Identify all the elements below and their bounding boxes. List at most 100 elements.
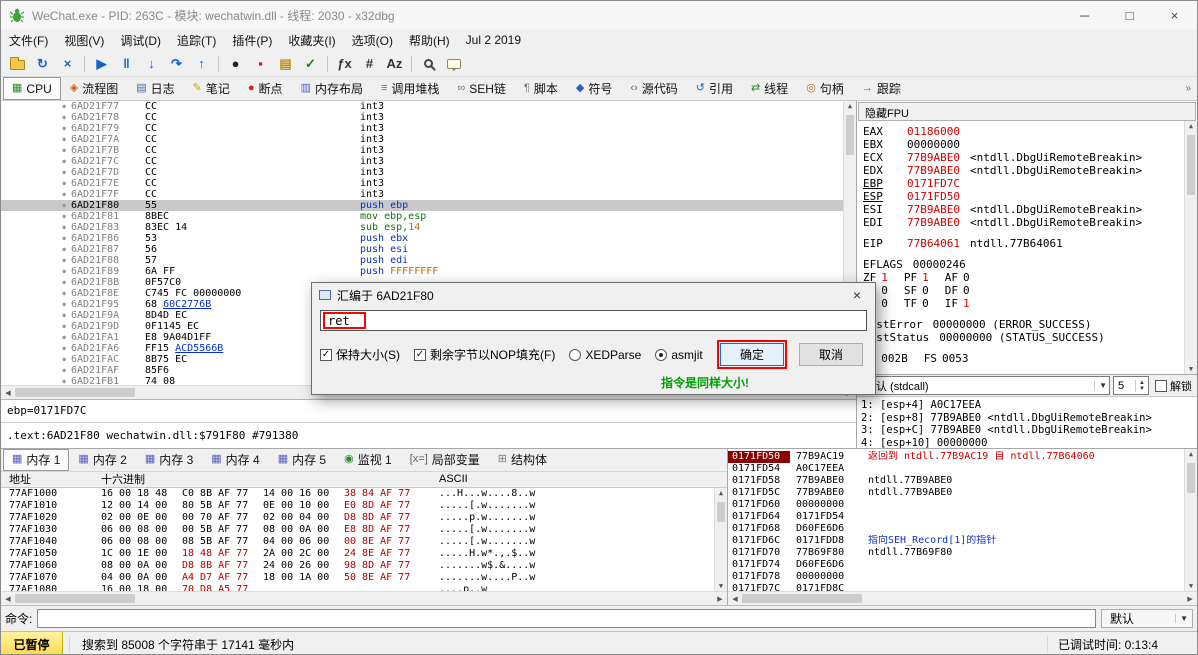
register-row[interactable]: EBP0171FD7C	[863, 177, 1193, 190]
stack-row[interactable]: 0171FD68D60FE6D6	[728, 523, 1197, 535]
stack-row[interactable]: 0171FD7077B69F80ntdll.77B69F80	[728, 547, 1197, 559]
breakpoint-dot[interactable]: ●	[1, 145, 71, 156]
registers-view[interactable]: ▲ ▼ EAX01186000EBX00000000ECX77B9ABE0<nt…	[857, 121, 1197, 374]
scrollbar-thumb[interactable]	[846, 115, 854, 155]
breakpoint-dot[interactable]: ●	[1, 332, 71, 343]
breakpoint-dot[interactable]: ●	[1, 343, 71, 354]
disasm-row[interactable]: ●6AD21F8055push ebp	[1, 200, 856, 211]
scroll-up-icon[interactable]: ▲	[1185, 122, 1197, 130]
breakpoint-dot[interactable]: ●	[1, 255, 71, 266]
disasm-row[interactable]: ●6AD21F7FCCint3	[1, 189, 856, 200]
scroll-left-icon[interactable]: ◀	[1, 595, 15, 603]
disasm-row[interactable]: ●6AD21F8756push esi	[1, 244, 856, 255]
tab-断点[interactable]: ●断点	[239, 77, 292, 100]
scroll-right-icon[interactable]: ▶	[713, 595, 727, 603]
tab-线程[interactable]: ⇄线程	[742, 77, 797, 100]
breakpoint-dot[interactable]: ●	[1, 156, 71, 167]
stack-argument-row[interactable]: 2: [esp+8] 77B9ABE0 <ntdll.DbgUiRemoteBr…	[861, 412, 1193, 425]
ok-button[interactable]: 确定	[720, 343, 784, 366]
dump-row[interactable]: 77AF103006 00 08 0000 5B AF 7708 00 0A 0…	[1, 524, 727, 536]
register-row[interactable]: ZF1PF1AF0	[863, 271, 1193, 284]
tab-结构体[interactable]: ⊞结构体	[489, 449, 556, 471]
stack-row[interactable]: 0171FD5077B9AC19返回到 ntdll.77B9AC19 自 ntd…	[728, 451, 1197, 463]
stack-arguments-view[interactable]: 1: [esp+4] A0C17EEA2: [esp+8] 77B9ABE0 <…	[857, 396, 1197, 448]
register-row[interactable]: ECX77B9ABE0<ntdll.DbgUiRemoteBreakin>	[863, 151, 1193, 164]
radio-unchecked-icon[interactable]	[569, 349, 581, 361]
register-row[interactable]: OF0SF0DF0	[863, 284, 1193, 297]
tab-源代码[interactable]: ‹›源代码	[621, 77, 686, 100]
dump-row[interactable]: 77AF104006 00 08 0008 5B AF 7704 00 06 0…	[1, 536, 727, 548]
stepper-arrows-icon[interactable]: ▲▼	[1135, 380, 1148, 392]
instruction-input[interactable]: ret	[320, 310, 867, 331]
tab-调用堆栈[interactable]: ≡调用堆栈	[372, 77, 448, 100]
register-row[interactable]: EAX01186000	[863, 125, 1193, 138]
dialog-close-icon[interactable]: ×	[839, 283, 875, 307]
tab-局部变量[interactable]: [x=]局部变量	[401, 449, 489, 471]
minimize-button[interactable]: ─	[1062, 1, 1107, 29]
unlock-checkbox-icon[interactable]	[1155, 380, 1167, 392]
dump-row[interactable]: 77AF100016 00 18 48C0 8B AF 7714 00 16 0…	[1, 488, 727, 500]
scroll-left-icon[interactable]: ◀	[1, 389, 15, 397]
maximize-button[interactable]: □	[1107, 1, 1152, 29]
dump-row[interactable]: 77AF106008 00 0A 00D8 8B AF 7724 00 26 0…	[1, 560, 727, 572]
dump-row[interactable]: 77AF101012 00 14 0080 5B AF 770E 00 10 0…	[1, 500, 727, 512]
scrollbar-thumb[interactable]	[742, 594, 862, 603]
command-input[interactable]	[37, 609, 1096, 628]
tab-引用[interactable]: ↺引用	[687, 77, 742, 100]
dump-row[interactable]: 77AF102002 00 0E 0000 70 AF 7702 00 04 0…	[1, 512, 727, 524]
menu-item[interactable]: Jul 2 2019	[458, 31, 529, 49]
stack-row[interactable]: 0171FD640171FD54	[728, 511, 1197, 523]
tab-脚本[interactable]: ¶脚本	[515, 77, 567, 100]
dump-row[interactable]: 77AF108016 00 18 0070 D8 A5 77....p..w	[1, 584, 727, 591]
tab-流程图[interactable]: ◈流程图	[61, 77, 127, 100]
breakpoint-dot[interactable]: ●	[1, 288, 71, 299]
patches-button[interactable]: ●	[223, 53, 248, 75]
assemble-button[interactable]: #	[357, 53, 382, 75]
hide-fpu-button[interactable]: 隐藏FPU	[858, 102, 1196, 121]
stack-argument-row[interactable]: 3: [esp+C] 77B9ABE0 <ntdll.DbgUiRemoteBr…	[861, 424, 1193, 437]
calling-convention-select[interactable]: 默认 (stdcall) ▼	[859, 376, 1110, 395]
registers-vscrollbar[interactable]: ▲ ▼	[1184, 121, 1197, 374]
breakpoint-dot[interactable]: ●	[1, 167, 71, 178]
keep-size-checkbox[interactable]: ✓ 保持大小(S)	[320, 346, 400, 363]
disasm-row[interactable]: ●6AD21F78CCint3	[1, 112, 856, 123]
register-row[interactable]: EBX00000000	[863, 138, 1193, 151]
pause-button[interactable]: ‖	[114, 53, 139, 75]
disasm-row[interactable]: ●6AD21F8383EC 14sub esp,14	[1, 222, 856, 233]
scroll-left-icon[interactable]: ◀	[728, 595, 742, 603]
scroll-down-icon[interactable]: ▼	[1185, 582, 1197, 590]
tab-跟踪[interactable]: →跟踪	[853, 77, 910, 100]
breakpoint-dot[interactable]: ●	[1, 321, 71, 332]
breakpoint-dot[interactable]: ●	[1, 211, 71, 222]
tab-笔记[interactable]: ✎笔记	[184, 77, 239, 100]
stack-view[interactable]: ▲ ▼ 0171FD5077B9AC19返回到 ntdll.77B9AC19 自…	[728, 449, 1197, 591]
dump-row[interactable]: 77AF107004 00 0A 00A4 D7 AF 7718 00 1A 0…	[1, 572, 727, 584]
tab-SEH链[interactable]: ∞SEH链	[448, 77, 515, 100]
tab-内存 1[interactable]: ▦内存 1	[3, 449, 69, 471]
disasm-row[interactable]: ●6AD21F77CCint3	[1, 101, 856, 112]
disasm-row[interactable]: ●6AD21F896A FFpush FFFFFFFF	[1, 266, 856, 277]
xedparse-radio[interactable]: XEDParse	[569, 348, 641, 362]
breakpoint-dot[interactable]: ●	[1, 134, 71, 145]
menu-item[interactable]: 帮助(H)	[401, 30, 458, 51]
tab-内存 4[interactable]: ▦内存 4	[202, 449, 268, 471]
disasm-row[interactable]: ●6AD21F7DCCint3	[1, 167, 856, 178]
command-script-select[interactable]: 默认 ▼	[1101, 609, 1193, 628]
register-row[interactable]: ESI77B9ABE0<ntdll.DbgUiRemoteBreakin>	[863, 203, 1193, 216]
asmjit-radio[interactable]: asmjit	[655, 348, 702, 362]
scrollbar-thumb[interactable]	[15, 388, 135, 397]
disasm-row[interactable]: ●6AD21F8857push edi	[1, 255, 856, 266]
register-row[interactable]: GS002BFS0053	[863, 352, 1193, 365]
argument-count-stepper[interactable]: 5 ▲▼	[1113, 376, 1149, 395]
register-row[interactable]: EIP77B64061ntdll.77B64061	[863, 237, 1193, 250]
disasm-row[interactable]: ●6AD21F7CCCint3	[1, 156, 856, 167]
strings-button[interactable]: Az	[382, 53, 407, 75]
comment-button[interactable]	[441, 53, 466, 75]
checkbox-checked-icon[interactable]: ✓	[414, 349, 426, 361]
menu-item[interactable]: 追踪(T)	[169, 30, 224, 51]
scrollbar-thumb[interactable]	[1187, 463, 1195, 493]
breakpoint-dot[interactable]: ●	[1, 310, 71, 321]
menu-item[interactable]: 视图(V)	[56, 30, 112, 51]
stack-row[interactable]: 0171FD7800000000	[728, 571, 1197, 583]
scroll-up-icon[interactable]: ▲	[1185, 450, 1197, 458]
